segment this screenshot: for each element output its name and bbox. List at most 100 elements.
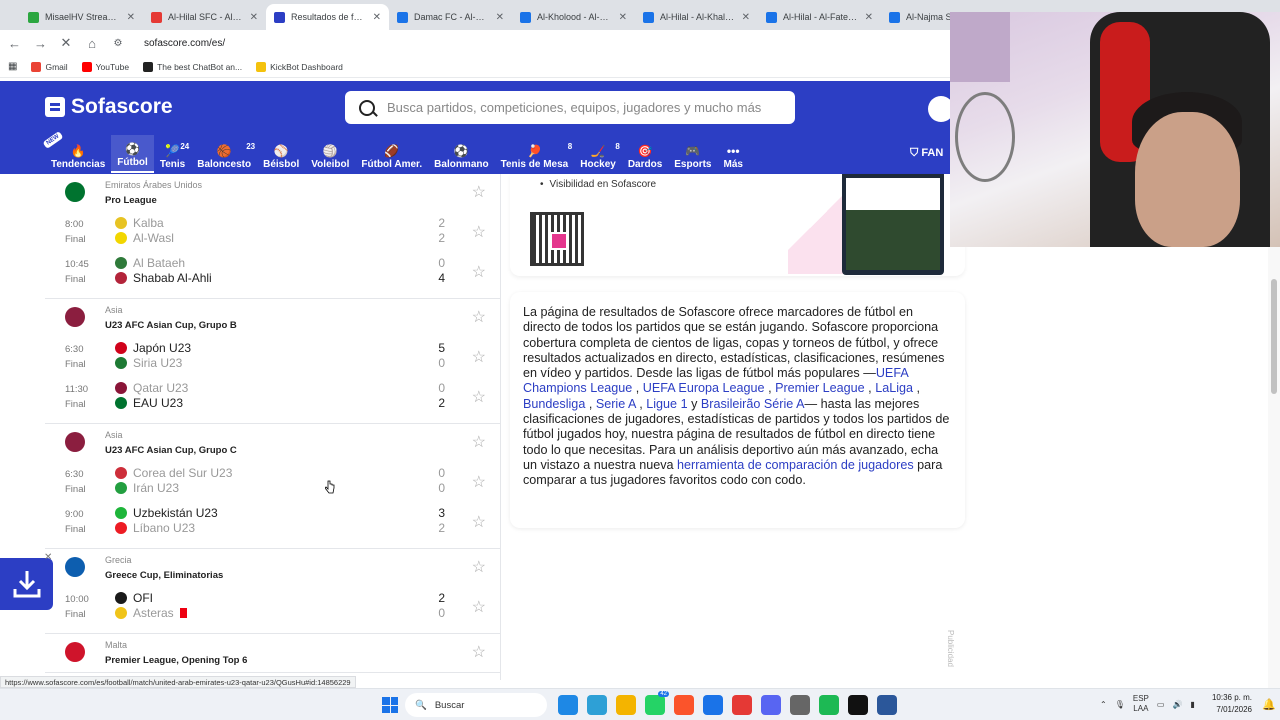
- sport-tab[interactable]: 🎯 Dardos: [622, 135, 668, 173]
- taskbar-app-icon[interactable]: [587, 695, 607, 715]
- favorite-star-icon[interactable]: ☆: [472, 222, 486, 242]
- sport-tab[interactable]: 🏒 8 Hockey: [574, 135, 622, 173]
- tab-close-icon[interactable]: ✕: [250, 12, 258, 23]
- favorite-star-icon[interactable]: ☆: [472, 472, 486, 492]
- language-indicator[interactable]: ESP LAA: [1133, 694, 1149, 714]
- forward-icon[interactable]: →: [34, 36, 47, 51]
- sport-tab[interactable]: ⚽ Balonmano: [428, 135, 494, 173]
- link-ligue1[interactable]: Ligue 1: [646, 397, 687, 411]
- taskbar-app-icon[interactable]: 42: [645, 691, 669, 715]
- browser-tab[interactable]: MisaelHV Stream - V ✕: [20, 4, 143, 30]
- favorite-star-icon[interactable]: ☆: [472, 557, 486, 577]
- link-laliga[interactable]: LaLiga: [875, 381, 913, 395]
- taskbar-app-icon[interactable]: [848, 695, 868, 715]
- back-icon[interactable]: ←: [8, 36, 21, 51]
- taskbar-app-icon[interactable]: [674, 695, 694, 715]
- match-row[interactable]: 11:30 Final Qatar U23 EAU U23 0 2 ☆: [45, 377, 500, 417]
- taskbar-search[interactable]: 🔍 Buscar: [405, 693, 547, 717]
- browser-tab[interactable]: Resultados de fútbol ✕: [266, 4, 389, 30]
- sport-tab[interactable]: ⚽ Fútbol: [111, 135, 154, 173]
- fans-button[interactable]: ⛉ FAN: [910, 147, 943, 160]
- match-row[interactable]: 6:30 Final Japón U23 Siria U23 5 0 ☆: [45, 337, 500, 377]
- favorite-star-icon[interactable]: ☆: [472, 262, 486, 282]
- sport-tab[interactable]: 🏀 23 Baloncesto: [191, 135, 257, 173]
- sport-tab[interactable]: ⚾ Béisbol: [257, 135, 305, 173]
- tab-close-icon[interactable]: ✕: [127, 12, 135, 23]
- bookmark-item[interactable]: Gmail: [31, 61, 68, 72]
- home-icon[interactable]: ⌂: [86, 36, 98, 51]
- league-header[interactable]: Emiratos Árabes Unidos Pro League ☆: [45, 174, 500, 212]
- volume-icon[interactable]: 🔊: [1172, 700, 1182, 709]
- scrollbar-thumb[interactable]: [1271, 279, 1277, 394]
- sport-tab[interactable]: 🏐 Voleibol: [305, 135, 355, 173]
- match-row[interactable]: 9:00 Final Uzbekistán U23 Líbano U23 3 2 ☆: [45, 502, 500, 542]
- notifications-icon[interactable]: 🔔: [1262, 698, 1276, 711]
- stop-icon[interactable]: ✕: [60, 35, 72, 51]
- taskbar-app-icon[interactable]: [790, 695, 810, 715]
- taskbar-app-icon[interactable]: [732, 695, 752, 715]
- link-premier[interactable]: Premier League: [775, 381, 865, 395]
- windows-start-icon[interactable]: [382, 697, 398, 713]
- link-brasileirao[interactable]: Brasileirão Série A: [701, 397, 805, 411]
- match-row[interactable]: 8:00 Final Kalba Al-Wasl 2 2 ☆: [45, 212, 500, 252]
- favorite-star-icon[interactable]: ☆: [472, 307, 486, 327]
- sport-tab[interactable]: 🏓 8 Tenis de Mesa: [495, 135, 575, 173]
- league-header[interactable]: Asia U23 AFC Asian Cup, Grupo B ☆: [45, 299, 500, 337]
- league-header[interactable]: Malta Premier League, Opening Top 6 ☆: [45, 634, 500, 672]
- taskbar-app-icon[interactable]: [819, 695, 839, 715]
- match-row[interactable]: 10:00 Final OFI Asteras 2 0 ☆: [45, 587, 500, 627]
- favorite-star-icon[interactable]: ☆: [472, 182, 486, 202]
- favorite-star-icon[interactable]: ☆: [472, 597, 486, 617]
- bookmark-item[interactable]: KickBot Dashboard: [256, 61, 343, 72]
- favorite-star-icon[interactable]: ☆: [472, 512, 486, 532]
- url-field[interactable]: sofascore.com/es/: [144, 38, 225, 49]
- page-scrollbar[interactable]: [1268, 247, 1280, 688]
- tab-close-icon[interactable]: ✕: [373, 12, 381, 23]
- sport-tab[interactable]: 🎾 24 Tenis: [154, 135, 191, 173]
- favorite-star-icon[interactable]: ☆: [472, 387, 486, 407]
- tab-close-icon[interactable]: ✕: [496, 12, 504, 23]
- taskbar-app-icon[interactable]: [616, 695, 636, 715]
- favorite-star-icon[interactable]: ☆: [472, 347, 486, 367]
- sport-tab[interactable]: 🔥 NEW Tendencias: [42, 130, 111, 173]
- browser-tab[interactable]: Damac FC - Al-Hilal ✕: [389, 4, 512, 30]
- close-download-icon[interactable]: ✕: [44, 552, 52, 563]
- link-uel[interactable]: UEFA Europa League: [643, 381, 765, 395]
- battery-icon[interactable]: ▮: [1190, 700, 1194, 709]
- download-app-button[interactable]: [0, 558, 53, 610]
- match-row[interactable]: 6:30 Final Corea del Sur U23 Irán U23 0 0 ☆: [45, 462, 500, 502]
- sofascore-logo[interactable]: Sofascore: [45, 95, 173, 119]
- league-header[interactable]: Asia U23 AFC Asian Cup, Grupo C ☆: [45, 424, 500, 462]
- link-comparison-tool[interactable]: herramienta de comparación de jugadores: [677, 458, 914, 472]
- clock[interactable]: 10:36 p. m. 7/01/2026: [1208, 692, 1252, 716]
- taskbar-app-icon[interactable]: [558, 695, 578, 715]
- bookmark-item[interactable]: The best ChatBot an...: [143, 61, 242, 72]
- apps-grid-icon[interactable]: ▦: [8, 61, 17, 72]
- browser-tab[interactable]: Al-Hilal - Al-Fateh en ✕: [758, 4, 881, 30]
- flame-icon: 🔥: [70, 144, 86, 158]
- tray-chevron-icon[interactable]: ⌃: [1100, 700, 1107, 709]
- taskbar-app-icon[interactable]: [703, 695, 723, 715]
- bookmark-item[interactable]: YouTube: [81, 61, 129, 72]
- tab-close-icon[interactable]: ✕: [865, 12, 873, 23]
- mic-icon[interactable]: 🎙: [1115, 700, 1125, 709]
- tab-close-icon[interactable]: ✕: [619, 12, 627, 23]
- network-icon[interactable]: ▭: [1157, 700, 1165, 709]
- sport-tab[interactable]: 🏈 Fútbol Amer.: [355, 135, 428, 173]
- link-seriea[interactable]: Serie A: [596, 397, 636, 411]
- league-header[interactable]: Grecia Greece Cup, Eliminatorias ☆: [45, 549, 500, 587]
- browser-tab[interactable]: Al-Hilal SFC - Al-Hazm ✕: [143, 4, 266, 30]
- link-bundesliga[interactable]: Bundesliga: [523, 397, 585, 411]
- site-info-icon[interactable]: ⚙: [112, 38, 124, 49]
- sport-tab[interactable]: ••• Más: [718, 135, 749, 173]
- favorite-star-icon[interactable]: ☆: [472, 432, 486, 452]
- favorite-star-icon[interactable]: ☆: [472, 642, 486, 662]
- browser-tab[interactable]: Al-Kholood - Al-Hilal ✕: [512, 4, 635, 30]
- tab-close-icon[interactable]: ✕: [742, 12, 750, 23]
- browser-tab[interactable]: Al-Hilal - Al-Khaleej ✕: [635, 4, 758, 30]
- sport-tab[interactable]: 🎮 Esports: [668, 135, 717, 173]
- search-input[interactable]: Busca partidos, competiciones, equipos, …: [345, 91, 795, 124]
- match-row[interactable]: 10:45 Final Al Bataeh Shabab Al-Ahli 0 4 ☆: [45, 252, 500, 292]
- taskbar-app-icon[interactable]: [877, 695, 897, 715]
- taskbar-app-icon[interactable]: [761, 695, 781, 715]
